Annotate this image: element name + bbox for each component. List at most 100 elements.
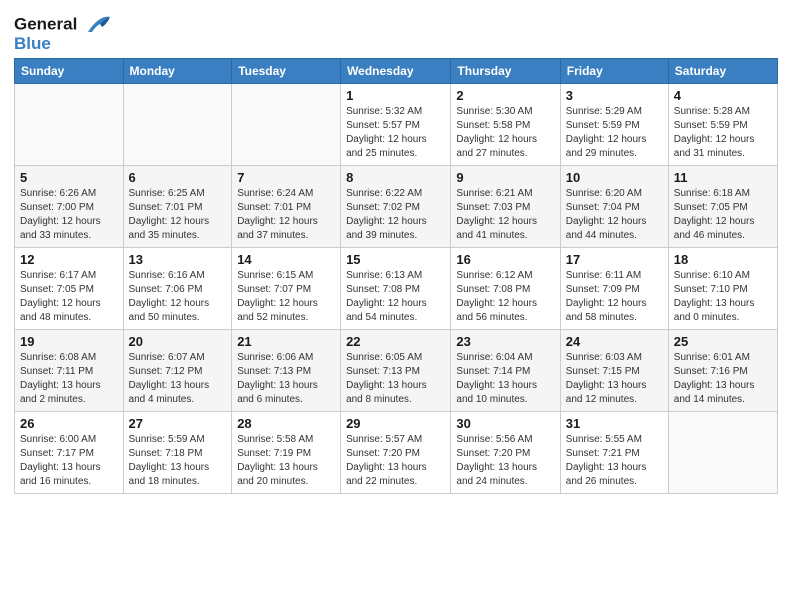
weekday-header-sunday: Sunday [15,58,124,83]
day-number: 13 [129,252,227,267]
day-number: 3 [566,88,663,103]
day-detail: Sunrise: 6:05 AM Sunset: 7:13 PM Dayligh… [346,351,445,407]
weekday-header-thursday: Thursday [451,58,560,83]
calendar-cell [668,411,777,493]
day-number: 23 [456,334,554,349]
calendar-cell [123,83,232,165]
week-row-1: 1Sunrise: 5:32 AM Sunset: 5:57 PM Daylig… [15,83,778,165]
day-number: 17 [566,252,663,267]
calendar-cell: 30Sunrise: 5:56 AM Sunset: 7:20 PM Dayli… [451,411,560,493]
calendar-cell: 3 Sunrise: 5:29 AM Sunset: 5:59 PM Daylig… [560,83,668,165]
calendar-cell: 4 Sunrise: 5:28 AM Sunset: 5:59 PM Daylig… [668,83,777,165]
day-detail: Sunrise: 6:18 AM Sunset: 7:05 PM Dayligh… [674,187,772,243]
calendar-cell: 7Sunrise: 6:24 AM Sunset: 7:01 PM Daylig… [232,165,341,247]
day-detail: Sunrise: 6:15 AM Sunset: 7:07 PM Dayligh… [237,269,335,325]
day-detail: Sunrise: 6:13 AM Sunset: 7:08 PM Dayligh… [346,269,445,325]
calendar-cell: 13 Sunrise: 6:16 AM Sunset: 7:06 PM Dayli… [123,247,232,329]
day-detail: Sunrise: 6:07 AM Sunset: 7:12 PM Dayligh… [129,351,227,407]
calendar-cell: 28 Sunrise: 5:58 AM Sunset: 7:19 PM Dayli… [232,411,341,493]
day-number: 20 [129,334,227,349]
day-detail: Sunrise: 5:55 AM Sunset: 7:21 PM Dayligh… [566,433,663,489]
day-detail: Sunrise: 6:08 AM Sunset: 7:11 PM Dayligh… [20,351,118,407]
calendar-cell: 11 Sunrise: 6:18 AM Sunset: 7:05 PM Dayli… [668,165,777,247]
day-detail: Sunrise: 6:17 AM Sunset: 7:05 PM Dayligh… [20,269,118,325]
calendar-cell: 19 Sunrise: 6:08 AM Sunset: 7:11 PM Dayli… [15,329,124,411]
day-detail: Sunrise: 5:30 AM Sunset: 5:58 PM Dayligh… [456,105,554,161]
day-detail: Sunrise: 6:25 AM Sunset: 7:01 PM Dayligh… [129,187,227,243]
day-detail: Sunrise: 5:56 AM Sunset: 7:20 PM Dayligh… [456,433,554,489]
day-number: 10 [566,170,663,185]
calendar-cell: 10 Sunrise: 6:20 AM Sunset: 7:04 PM Dayli… [560,165,668,247]
day-number: 21 [237,334,335,349]
day-detail: Sunrise: 6:22 AM Sunset: 7:02 PM Dayligh… [346,187,445,243]
day-number: 24 [566,334,663,349]
day-number: 14 [237,252,335,267]
day-detail: Sunrise: 6:01 AM Sunset: 7:16 PM Dayligh… [674,351,772,407]
calendar-cell: 6 Sunrise: 6:25 AM Sunset: 7:01 PM Daylig… [123,165,232,247]
day-detail: Sunrise: 6:10 AM Sunset: 7:10 PM Dayligh… [674,269,772,325]
day-detail: Sunrise: 5:58 AM Sunset: 7:19 PM Dayligh… [237,433,335,489]
day-number: 22 [346,334,445,349]
calendar-cell: 5Sunrise: 6:26 AM Sunset: 7:00 PM Daylig… [15,165,124,247]
week-row-5: 26 Sunrise: 6:00 AM Sunset: 7:17 PM Dayli… [15,411,778,493]
day-detail: Sunrise: 6:21 AM Sunset: 7:03 PM Dayligh… [456,187,554,243]
logo-blue: Blue [14,34,112,54]
day-number: 9 [456,170,554,185]
calendar-cell: 12 Sunrise: 6:17 AM Sunset: 7:05 PM Dayli… [15,247,124,329]
day-detail: Sunrise: 6:16 AM Sunset: 7:06 PM Dayligh… [129,269,227,325]
day-detail: Sunrise: 6:12 AM Sunset: 7:08 PM Dayligh… [456,269,554,325]
day-detail: Sunrise: 6:03 AM Sunset: 7:15 PM Dayligh… [566,351,663,407]
day-detail: Sunrise: 6:20 AM Sunset: 7:04 PM Dayligh… [566,187,663,243]
calendar-cell: 25 Sunrise: 6:01 AM Sunset: 7:16 PM Dayli… [668,329,777,411]
day-number: 8 [346,170,445,185]
day-number: 19 [20,334,118,349]
day-detail: Sunrise: 6:00 AM Sunset: 7:17 PM Dayligh… [20,433,118,489]
day-number: 1 [346,88,445,103]
calendar-cell: 14 Sunrise: 6:15 AM Sunset: 7:07 PM Dayli… [232,247,341,329]
logo: General Blue [14,14,112,54]
day-number: 26 [20,416,118,431]
day-number: 27 [129,416,227,431]
calendar-cell: 16Sunrise: 6:12 AM Sunset: 7:08 PM Dayli… [451,247,560,329]
calendar-cell: 8 Sunrise: 6:22 AM Sunset: 7:02 PM Daylig… [341,165,451,247]
day-detail: Sunrise: 6:11 AM Sunset: 7:09 PM Dayligh… [566,269,663,325]
weekday-header-wednesday: Wednesday [341,58,451,83]
calendar-cell: 22 Sunrise: 6:05 AM Sunset: 7:13 PM Dayli… [341,329,451,411]
day-number: 31 [566,416,663,431]
calendar-cell: 29Sunrise: 5:57 AM Sunset: 7:20 PM Dayli… [341,411,451,493]
logo-general: General [14,14,77,33]
day-detail: Sunrise: 5:57 AM Sunset: 7:20 PM Dayligh… [346,433,445,489]
day-number: 4 [674,88,772,103]
day-number: 25 [674,334,772,349]
day-number: 28 [237,416,335,431]
calendar-cell: 23 Sunrise: 6:04 AM Sunset: 7:14 PM Dayli… [451,329,560,411]
day-number: 12 [20,252,118,267]
day-number: 6 [129,170,227,185]
calendar-cell [232,83,341,165]
calendar-cell: 9 Sunrise: 6:21 AM Sunset: 7:03 PM Daylig… [451,165,560,247]
week-row-3: 12 Sunrise: 6:17 AM Sunset: 7:05 PM Dayli… [15,247,778,329]
calendar-cell [15,83,124,165]
calendar-cell: 26 Sunrise: 6:00 AM Sunset: 7:17 PM Dayli… [15,411,124,493]
day-detail: Sunrise: 6:06 AM Sunset: 7:13 PM Dayligh… [237,351,335,407]
day-detail: Sunrise: 6:26 AM Sunset: 7:00 PM Dayligh… [20,187,118,243]
day-detail: Sunrise: 5:28 AM Sunset: 5:59 PM Dayligh… [674,105,772,161]
calendar-cell: 24 Sunrise: 6:03 AM Sunset: 7:15 PM Dayli… [560,329,668,411]
weekday-header-tuesday: Tuesday [232,58,341,83]
weekday-header-row: SundayMondayTuesdayWednesdayThursdayFrid… [15,58,778,83]
day-number: 2 [456,88,554,103]
day-number: 11 [674,170,772,185]
calendar-cell: 1Sunrise: 5:32 AM Sunset: 5:57 PM Daylig… [341,83,451,165]
day-number: 18 [674,252,772,267]
page: General Blue SundayMondayTuesdayWednesda… [0,0,792,612]
header: General Blue [14,10,778,54]
calendar-cell: 31 Sunrise: 5:55 AM Sunset: 7:21 PM Dayli… [560,411,668,493]
calendar-cell: 18 Sunrise: 6:10 AM Sunset: 7:10 PM Dayli… [668,247,777,329]
day-detail: Sunrise: 5:59 AM Sunset: 7:18 PM Dayligh… [129,433,227,489]
day-detail: Sunrise: 5:29 AM Sunset: 5:59 PM Dayligh… [566,105,663,161]
day-detail: Sunrise: 6:24 AM Sunset: 7:01 PM Dayligh… [237,187,335,243]
calendar-cell: 2 Sunrise: 5:30 AM Sunset: 5:58 PM Daylig… [451,83,560,165]
day-number: 15 [346,252,445,267]
weekday-header-saturday: Saturday [668,58,777,83]
day-detail: Sunrise: 6:04 AM Sunset: 7:14 PM Dayligh… [456,351,554,407]
